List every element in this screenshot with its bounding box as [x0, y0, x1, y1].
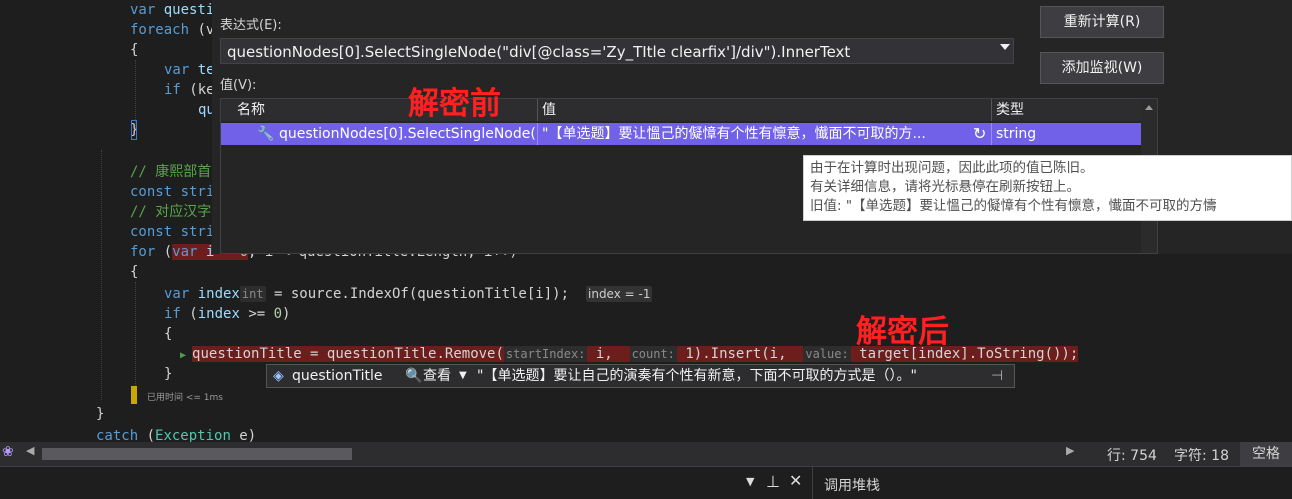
code-text: = source.IndexOf(questionTitle[i]);	[265, 286, 569, 302]
datatip-name: questionTitle	[292, 368, 383, 384]
bottom-panel: ▼ ⊥ ✕ 调用堆栈	[0, 466, 1292, 499]
code-line: const stri	[130, 224, 215, 240]
row-name: questionNodes[0].SelectSingleNode(...	[279, 126, 535, 142]
code-line: }	[96, 406, 105, 422]
code-line: {	[130, 264, 139, 280]
code-line: if (ke	[164, 82, 215, 98]
code-line: // 康熙部首	[130, 164, 212, 180]
brace-marker	[131, 386, 137, 404]
pin-icon[interactable]: ⊥	[766, 472, 780, 491]
code-line: }	[164, 366, 173, 382]
watch-row[interactable]: 🔧 questionNodes[0].SelectSingleNode(... …	[221, 123, 1141, 145]
line-number[interactable]: 行: 754	[1107, 445, 1157, 465]
code-line-index: var index int = source.IndexOf(questionTi…	[164, 286, 569, 302]
indent-guide	[101, 150, 102, 400]
view-button[interactable]: 查看	[423, 365, 451, 387]
datatip-value: "【单选题】要让自己的演奏有个性有新意，下面不可取的方式是（）。"	[477, 368, 917, 384]
column-name[interactable]: 名称	[237, 99, 265, 121]
column-type[interactable]: 类型	[991, 99, 1024, 121]
code-line: var questi	[130, 2, 215, 18]
brace-marker	[131, 120, 137, 140]
tooltip-line: 旧值: "【单选题】要让慍己的儗慞有个性有懔意，懴面不可取的方懤	[810, 198, 1217, 214]
code-text: questionTitle = questionTitle.Remove(	[192, 346, 504, 362]
indent-guide	[135, 282, 136, 392]
scroll-right-icon[interactable]: ▶	[1066, 444, 1074, 457]
char-number[interactable]: 字符: 18	[1174, 445, 1229, 465]
tooltip-line: 由于在计算时出现问题，因此此项的值已陈旧。	[810, 160, 1094, 176]
row-type: string	[991, 123, 1146, 145]
column-value[interactable]: 值	[537, 99, 556, 121]
param-hint: value:	[803, 346, 851, 362]
elapsed-time: 已用时间 <= 1ms	[147, 393, 223, 403]
tooltip-line: 有关详细信息，请将光标悬停在刷新按钮上。	[810, 179, 1080, 195]
code-line: if (index >= 0)	[164, 306, 291, 322]
code-line: {	[130, 42, 139, 58]
horizontal-scrollbar-thumb[interactable]	[42, 448, 352, 460]
param-hint: startIndex:	[503, 346, 588, 362]
add-watch-button[interactable]: 添加监视(W)	[1040, 52, 1164, 84]
chevron-down-icon[interactable]: ▼	[459, 365, 467, 387]
intellicode-icon[interactable]: ❀	[2, 444, 14, 460]
value-label: 值(V):	[220, 78, 257, 93]
row-value: "【单选题】要让慍己的儗慞有个性有懔意，懴面不可取的方...	[537, 123, 976, 145]
type-hint: int	[239, 286, 266, 302]
param-hint: count:	[629, 346, 677, 362]
expression-label: 表达式(E):	[220, 18, 282, 33]
refresh-icon[interactable]: ↻	[973, 123, 991, 145]
dropdown-icon[interactable]: ▼	[746, 475, 754, 488]
variable-icon: ◈	[273, 368, 284, 384]
code-line: {	[164, 326, 173, 342]
whitespace-mode[interactable]: 空格	[1240, 442, 1292, 466]
recalculate-button[interactable]: 重新计算(R)	[1040, 6, 1164, 38]
close-icon[interactable]: ✕	[789, 471, 802, 490]
search-icon[interactable]: 🔍	[405, 365, 422, 387]
pin-icon[interactable]: ⊣	[991, 365, 1003, 387]
code-text: i,	[587, 346, 613, 362]
scroll-up-icon[interactable]	[1145, 105, 1153, 110]
stale-value-tooltip: 由于在计算时出现问题，因此此项的值已陈旧。 有关详细信息，请将光标悬停在刷新按钮…	[803, 155, 1292, 221]
code-text: 1).Insert(i,	[676, 346, 787, 362]
code-line: // 对应汉字	[130, 204, 212, 220]
call-stack-title[interactable]: 调用堆栈	[824, 475, 880, 495]
code-line: const stri	[130, 184, 215, 200]
scroll-left-icon[interactable]: ◀	[26, 444, 34, 457]
datatip: ◈ questionTitle 🔍 查看 ▼ "【单选题】要让自己的演奏有个性有…	[266, 364, 1015, 388]
annotation-after: 解密后	[856, 314, 949, 350]
index-value-badge: index = -1	[586, 286, 653, 302]
expression-input[interactable]: questionNodes[0].SelectSingleNode("div[@…	[220, 38, 1014, 64]
annotation-before: 解密前	[408, 86, 501, 122]
grid-header: 名称 值 类型	[221, 99, 1141, 121]
code-line: foreach (v	[130, 22, 215, 38]
status-bar: ❀ ◀ ▶ 行: 754 字符: 18 空格	[0, 442, 1292, 466]
line-arrow-icon: ▶	[180, 350, 193, 361]
property-icon: 🔧	[257, 126, 275, 142]
code-line: catch (Exception e)	[96, 428, 257, 442]
code-line: var te	[164, 62, 215, 78]
divider	[812, 467, 813, 499]
expression-dropdown-icon[interactable]	[1000, 44, 1010, 50]
